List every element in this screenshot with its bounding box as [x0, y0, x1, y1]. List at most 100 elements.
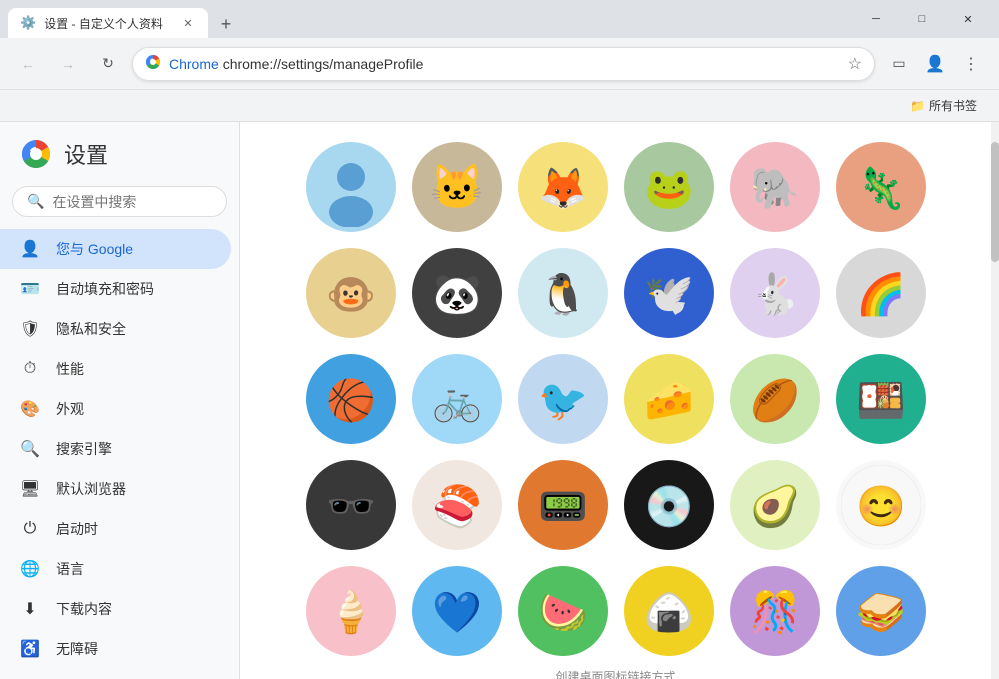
- sidebar-item-performance[interactable]: ⏱ 性能: [0, 349, 231, 389]
- settings-search-input[interactable]: [52, 194, 233, 210]
- sidebar-nav: 👤 您与 Google 🪪 自动填充和密码 🛡 隐私和安全 ⏱ 性能 🎨 外观 …: [0, 229, 239, 679]
- main-content: 设置 🔍 👤 您与 Google 🪪 自动填充和密码 🛡 隐私和安全 ⏱ 性能 …: [0, 122, 999, 679]
- sidebar-label-startup: 启动时: [56, 519, 98, 539]
- sidebar-label-language: 语言: [56, 559, 84, 579]
- avatar-item[interactable]: 🎊: [730, 566, 820, 656]
- svg-text:🐘: 🐘: [750, 167, 800, 211]
- sidebar-label-privacy: 隐私和安全: [56, 319, 126, 339]
- sidebar-header: 设置: [0, 122, 239, 186]
- svg-text:🐵: 🐵: [326, 273, 376, 317]
- avatar-item[interactable]: 🐱: [412, 142, 502, 232]
- tab-strip: ⚙️ 设置 - 自定义个人资料 ✕ +: [8, 0, 853, 38]
- all-bookmarks[interactable]: 📁 所有书签: [904, 95, 983, 116]
- avatar-item[interactable]: 🚲: [412, 354, 502, 444]
- avatar-item[interactable]: 🍣: [412, 460, 502, 550]
- sidebar-icon-privacy: 🛡: [20, 319, 40, 339]
- avatar-item[interactable]: 🍙: [624, 566, 714, 656]
- chrome-logo-icon: [20, 138, 52, 170]
- reload-button[interactable]: ↻: [92, 48, 124, 80]
- sidebar-item-autofill[interactable]: 🪪 自动填充和密码: [0, 269, 231, 309]
- page-content: 🐱 🦊 🐸 🐘 🦎 🐵 🐼 🐧 🕊️ 🐇 🌈 🏀 🚲🐦 🧀 🏉 🍱 🕶️ 🍣 📟 💿 🥑 😊 🍦 💙 🍉 🍙🎊 🥪 创建桌面图标链接…: [240, 122, 991, 679]
- avatar-item[interactable]: 📟: [518, 460, 608, 550]
- avatar-item[interactable]: 🐇: [730, 248, 820, 338]
- sidebar: 设置 🔍 👤 您与 Google 🪪 自动填充和密码 🛡 隐私和安全 ⏱ 性能 …: [0, 122, 240, 679]
- sidebar-item-appearance[interactable]: 🎨 外观: [0, 389, 231, 429]
- omnibox[interactable]: Chrome chrome://settings/manageProfile ☆: [132, 47, 875, 81]
- new-tab-button[interactable]: +: [212, 10, 240, 38]
- page-scrollbar[interactable]: [991, 122, 999, 679]
- svg-text:🏉: 🏉: [748, 375, 800, 423]
- avatar-item[interactable]: 🐵: [306, 248, 396, 338]
- sidebar-icon-accessibility: ♿: [20, 639, 40, 659]
- svg-text:💙: 💙: [432, 591, 482, 635]
- bookmark-star-icon[interactable]: ☆: [848, 54, 862, 74]
- sidebar-item-browser[interactable]: 🖥 默认浏览器: [0, 469, 231, 509]
- avatar-item[interactable]: 🌈: [836, 248, 926, 338]
- avatar-item[interactable]: 🐧: [518, 248, 608, 338]
- bookmarks-bar: 📁 所有书签: [0, 90, 999, 122]
- svg-text:🧀: 🧀: [644, 379, 694, 423]
- avatar-item[interactable]: 🏀: [306, 354, 396, 444]
- sidebar-item-startup[interactable]: ⏻ 启动时: [0, 509, 231, 549]
- avatar-item[interactable]: 💿: [624, 460, 714, 550]
- svg-text:🕶️: 🕶️: [326, 485, 376, 529]
- svg-text:🦊: 🦊: [538, 167, 588, 211]
- avatar-item[interactable]: 🐦: [518, 354, 608, 444]
- avatar-item[interactable]: [306, 142, 396, 232]
- minimize-button[interactable]: ─: [853, 4, 899, 34]
- profile-button[interactable]: 👤: [919, 48, 951, 80]
- avatar-item[interactable]: 🥑: [730, 460, 820, 550]
- avatar-item[interactable]: 🕊️: [624, 248, 714, 338]
- sidebar-icon-download: ⬇: [20, 599, 40, 619]
- sidebar-item-search[interactable]: 🔍 搜索引擎: [0, 429, 231, 469]
- svg-text:🍉: 🍉: [538, 591, 588, 635]
- svg-text:🏀: 🏀: [326, 374, 376, 426]
- menu-button[interactable]: ⋮: [955, 48, 987, 80]
- page-scrollbar-thumb[interactable]: [991, 142, 999, 262]
- avatar-item[interactable]: 🥪: [836, 566, 926, 656]
- avatar-item[interactable]: 🦎: [836, 142, 926, 232]
- avatar-item[interactable]: 🐘: [730, 142, 820, 232]
- svg-text:🥪: 🥪: [856, 591, 906, 635]
- svg-text:🐱: 🐱: [429, 163, 484, 212]
- avatar-item[interactable]: 🦊: [518, 142, 608, 232]
- close-button[interactable]: ✕: [945, 4, 991, 34]
- sidebar-item-accessibility[interactable]: ♿ 无障碍: [0, 629, 231, 669]
- all-bookmarks-label: 所有书签: [929, 97, 977, 114]
- svg-text:😊: 😊: [856, 485, 906, 529]
- svg-text:🐇: 🐇: [750, 271, 800, 317]
- forward-button[interactable]: →: [52, 48, 84, 80]
- sidebar-icon-google: 👤: [20, 239, 40, 259]
- avatar-item[interactable]: 🐸: [624, 142, 714, 232]
- back-button[interactable]: ←: [12, 48, 44, 80]
- maximize-button[interactable]: □: [899, 4, 945, 34]
- settings-title: 设置: [64, 138, 108, 170]
- avatar-footer: 创建桌面图标链接方式: [280, 656, 951, 679]
- avatar-item[interactable]: 💙: [412, 566, 502, 656]
- sidebar-item-google[interactable]: 👤 您与 Google: [0, 229, 231, 269]
- avatar-item[interactable]: 🐼: [412, 248, 502, 338]
- avatar-item[interactable]: 😊: [836, 460, 926, 550]
- svg-text:🥑: 🥑: [750, 481, 800, 529]
- avatar-item[interactable]: 🍦: [306, 566, 396, 656]
- svg-text:🦎: 🦎: [856, 165, 906, 211]
- svg-text:🐼: 🐼: [432, 271, 482, 317]
- svg-text:🍦: 🍦: [326, 589, 376, 635]
- avatar-item[interactable]: 🏉: [730, 354, 820, 444]
- avatar-item[interactable]: 🍉: [518, 566, 608, 656]
- chrome-label: Chrome: [169, 56, 219, 72]
- avatar-item[interactable]: 🕶️: [306, 460, 396, 550]
- reader-mode-button[interactable]: ▭: [883, 48, 915, 80]
- sidebar-item-privacy[interactable]: 🛡 隐私和安全: [0, 309, 231, 349]
- avatar-item[interactable]: 🍱: [836, 354, 926, 444]
- svg-text:🕊️: 🕊️: [644, 273, 694, 317]
- sidebar-label-download: 下载内容: [56, 599, 112, 619]
- avatar-item[interactable]: 🧀: [624, 354, 714, 444]
- search-container: 🔍: [0, 186, 239, 229]
- active-tab[interactable]: ⚙️ 设置 - 自定义个人资料 ✕: [8, 8, 208, 38]
- svg-text:📟: 📟: [538, 485, 588, 529]
- sidebar-item-language[interactable]: 🌐 语言: [0, 549, 231, 589]
- tab-close-button[interactable]: ✕: [180, 15, 196, 31]
- sidebar-item-download[interactable]: ⬇ 下载内容: [0, 589, 231, 629]
- sidebar-item-system[interactable]: 🔧 系统: [0, 669, 231, 679]
